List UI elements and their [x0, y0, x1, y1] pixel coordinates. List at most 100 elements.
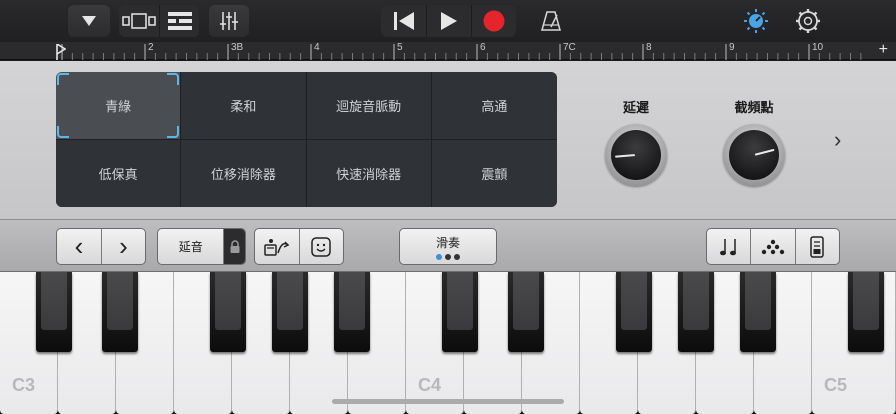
- arpeggio-pattern-button[interactable]: [750, 229, 794, 264]
- cutoff-knob-control: 截頻點: [719, 97, 789, 186]
- master-volume-icon: [744, 9, 768, 33]
- black-key-f-sharp3[interactable]: [210, 272, 246, 352]
- ruler-ticks: [61, 44, 862, 60]
- more-controls-chevron-icon[interactable]: ›: [834, 127, 841, 153]
- effect-pad-rouhe[interactable]: 柔和: [181, 72, 307, 140]
- black-key-d-sharp4[interactable]: [508, 272, 544, 352]
- tracks-view-button[interactable]: [119, 5, 159, 37]
- ruler-bar-label: 9: [729, 42, 735, 53]
- effect-pad-label: 震顫: [481, 166, 508, 182]
- effect-pad-label: 快速消除器: [336, 166, 402, 182]
- play-icon: [441, 12, 457, 30]
- selection-corner: [167, 125, 180, 138]
- glide-dot: [436, 253, 442, 260]
- sustain-group: 延音: [157, 228, 246, 265]
- smart-controls-panel: 青綠 柔和 迴旋音脈動 高通 低保真 位移消除器 快速消除器 震顫 延遲 截頻點…: [0, 61, 896, 219]
- effect-pad-label: 青綠: [105, 98, 132, 114]
- knob-face: [729, 130, 779, 180]
- chord-smart-button[interactable]: [298, 229, 343, 264]
- knob-indicator: [614, 154, 636, 158]
- rewind-button[interactable]: [381, 5, 426, 37]
- glide-dot: [445, 253, 451, 260]
- playhead-icon[interactable]: [56, 44, 66, 60]
- scale-button[interactable]: [707, 229, 750, 264]
- arpeggiator-icon: [264, 238, 290, 256]
- metronome-icon: [541, 11, 561, 31]
- knob-face: [611, 130, 661, 180]
- effects-pad-grid: 青綠 柔和 迴旋音脈動 高通 低保真 位移消除器 快速消除器 震顫: [56, 72, 557, 207]
- black-key-g-sharp4[interactable]: [678, 272, 714, 352]
- sustain-button[interactable]: 延音: [158, 229, 223, 264]
- ruler-bar-label: 6: [480, 42, 486, 53]
- black-key-a-sharp3[interactable]: [334, 272, 370, 352]
- mixer-button[interactable]: [209, 5, 249, 37]
- play-button[interactable]: [426, 5, 471, 37]
- delay-knob-control: 延遲: [601, 97, 671, 186]
- knob-indicator: [754, 148, 775, 156]
- master-volume-button[interactable]: [741, 5, 771, 37]
- octave-up-button[interactable]: ›: [100, 229, 145, 264]
- settings-button[interactable]: [793, 5, 823, 37]
- effect-pad-tremolo[interactable]: 震顫: [431, 139, 557, 207]
- mixer-icon: [220, 12, 238, 30]
- glide-level-dots: [436, 253, 460, 260]
- music-notes-icon: [719, 238, 736, 255]
- my-songs-dropdown-button[interactable]: [68, 5, 110, 37]
- effect-pad-swirl-pulse[interactable]: 迴旋音脈動: [306, 72, 432, 140]
- effect-pad-label: 迴旋音脈動: [336, 98, 402, 114]
- ruler-bar-label: 2: [148, 42, 154, 53]
- black-key-g-sharp3[interactable]: [272, 272, 308, 352]
- octave-down-button[interactable]: ‹: [57, 229, 101, 264]
- selection-corner: [57, 73, 69, 85]
- home-indicator[interactable]: [332, 399, 564, 404]
- add-section-button[interactable]: +: [879, 41, 888, 59]
- record-button[interactable]: [471, 5, 516, 37]
- black-key-f-sharp4[interactable]: [616, 272, 652, 352]
- transport-controls: [381, 5, 516, 37]
- glide-group: 滑奏: [399, 228, 497, 265]
- settings-gear-icon: [796, 9, 820, 33]
- dropdown-triangle-icon: [82, 16, 96, 26]
- smiley-face-icon: [311, 236, 332, 257]
- effect-pad-label: 柔和: [230, 98, 257, 114]
- glide-label: 滑奏: [435, 235, 460, 250]
- black-key-c-sharp5[interactable]: [848, 272, 884, 352]
- keyboard-settings-button[interactable]: [794, 229, 839, 264]
- black-key-d-sharp3[interactable]: [102, 272, 138, 352]
- list-view-button[interactable]: [159, 5, 199, 37]
- black-key-c-sharp4[interactable]: [442, 272, 478, 352]
- view-tracks-icon: [122, 13, 156, 29]
- view-switcher: [119, 5, 199, 37]
- black-key-a-sharp4[interactable]: [740, 272, 776, 352]
- effect-pad-shift-eliminator[interactable]: 位移消除器: [181, 139, 307, 207]
- effect-pad-label: 高通: [481, 98, 508, 114]
- timeline-ruler[interactable]: 2 3B 4 5 6 7C 8 9 10 +: [0, 41, 896, 60]
- effect-pad-qinglu[interactable]: 青綠: [56, 72, 182, 140]
- ruler-bar-label: 4: [314, 42, 320, 53]
- effect-pad-label: 低保真: [98, 166, 138, 182]
- selection-corner: [57, 125, 69, 138]
- black-key-c-sharp3[interactable]: [36, 272, 72, 352]
- octave-shift-group: ‹ ›: [56, 228, 146, 265]
- triangle-dots-icon: [761, 239, 785, 254]
- top-toolbar: [0, 0, 896, 42]
- cutoff-knob[interactable]: [723, 124, 785, 186]
- arpeggiator-button[interactable]: [255, 229, 299, 264]
- lock-icon: [230, 240, 240, 253]
- effect-pad-fast-eliminator[interactable]: 快速消除器: [306, 139, 432, 207]
- glide-dot: [454, 253, 460, 260]
- piano-keyboard: C3 C4 C5: [0, 272, 896, 414]
- glide-button[interactable]: 滑奏: [400, 229, 496, 264]
- knob-label: 延遲: [622, 100, 649, 115]
- note-label: C3: [12, 375, 36, 395]
- ruler-bar-label: 8: [646, 42, 652, 53]
- selection-corner: [167, 73, 180, 85]
- effect-pad-lofi[interactable]: 低保真: [56, 139, 182, 207]
- effect-pad-highpass[interactable]: 高通: [431, 72, 557, 140]
- sustain-lock-button[interactable]: [223, 229, 245, 264]
- ruler-bar-label: 10: [812, 42, 824, 53]
- ruler-bar-label: 3B: [231, 42, 244, 53]
- knob-label: 截頻點: [734, 100, 774, 115]
- delay-knob[interactable]: [605, 124, 667, 186]
- metronome-button[interactable]: [536, 5, 566, 37]
